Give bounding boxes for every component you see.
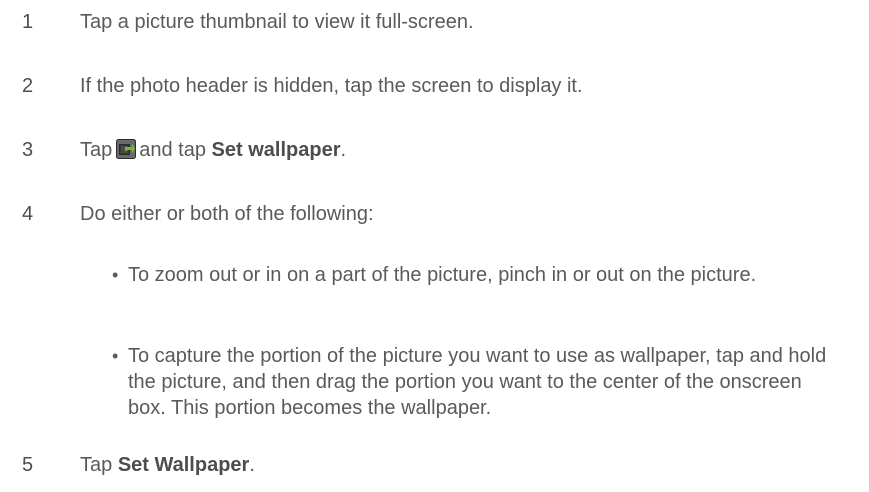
step-5: 5 Tap Set Wallpaper. xyxy=(0,450,869,480)
step-3: 3 Tap and tap Set wallpaper. xyxy=(0,135,869,165)
step-middle: and tap xyxy=(139,139,206,161)
bullet-text: To capture the portion of the picture yo… xyxy=(128,345,827,419)
step-text: If the photo header is hidden, tap the s… xyxy=(80,75,583,97)
step-bold-term: Set Wallpaper xyxy=(117,454,250,476)
step-2: 2 If the photo header is hidden, tap the… xyxy=(0,71,869,101)
bullet-dot: • xyxy=(112,346,119,366)
step-4: 4 Do either or both of the following: xyxy=(0,199,869,229)
step-text: Tap a picture thumbnail to view it full-… xyxy=(80,11,474,33)
step-suffix: . xyxy=(249,454,255,476)
step-text: Tap Set Wallpaper. xyxy=(80,450,255,480)
step-text: Tap and tap Set wallpaper. xyxy=(80,135,346,165)
step-number: 1 xyxy=(22,11,34,33)
step-number: 4 xyxy=(22,203,34,225)
step-suffix: . xyxy=(340,139,347,161)
step-bold-term: Set wallpaper xyxy=(211,139,341,161)
step-prefix: Tap xyxy=(80,139,113,161)
step-prefix: Tap xyxy=(80,454,113,476)
bullet-text: To zoom out or in on a part of the pictu… xyxy=(128,264,757,286)
step-1: 1 Tap a picture thumbnail to view it ful… xyxy=(0,7,869,37)
instruction-page: 1 Tap a picture thumbnail to view it ful… xyxy=(0,0,869,492)
step-number: 2 xyxy=(22,75,34,97)
share-icon xyxy=(116,138,137,159)
bullet-dot: • xyxy=(112,265,119,285)
step-text: Do either or both of the following: xyxy=(80,203,374,225)
step-number: 3 xyxy=(22,139,34,161)
step-number: 5 xyxy=(22,454,34,476)
